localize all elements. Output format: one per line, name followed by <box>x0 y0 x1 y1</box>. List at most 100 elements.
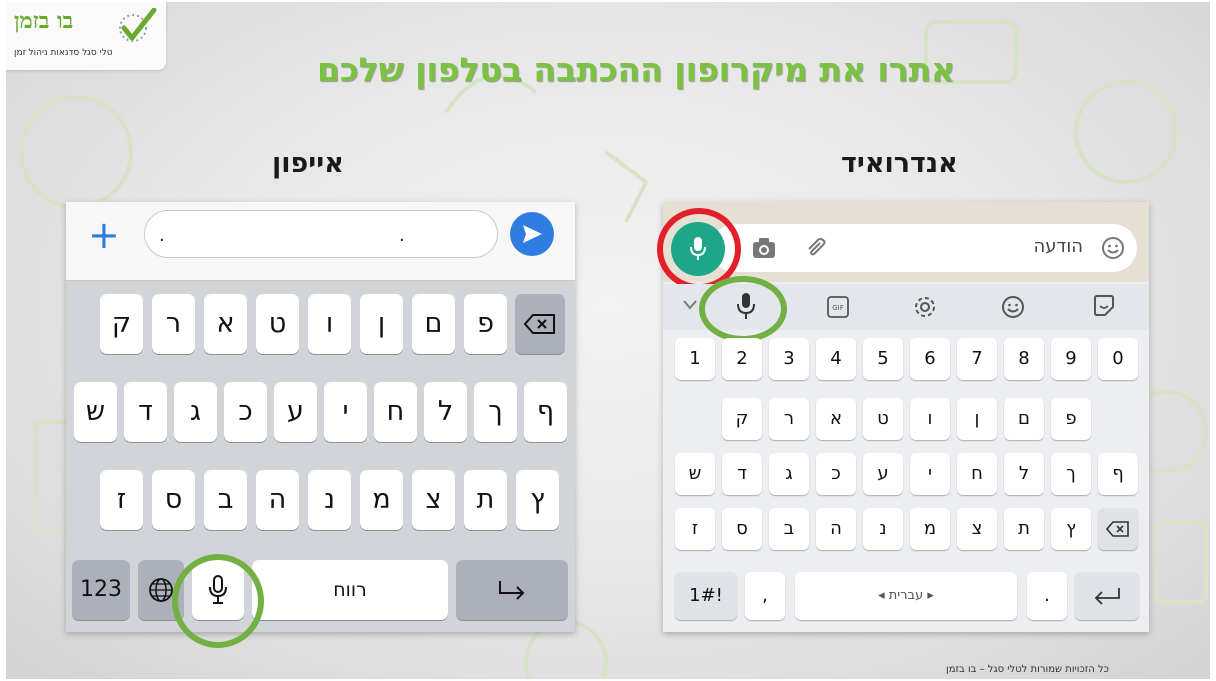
iphone-key[interactable]: ל <box>424 382 467 442</box>
android-number-key[interactable]: 5 <box>863 338 903 380</box>
iphone-key[interactable]: ב <box>204 470 247 530</box>
android-symbols-key[interactable]: 1#! <box>675 572 737 620</box>
android-key[interactable]: ש <box>675 453 715 495</box>
logo-tagline: טלי סגל סדנאות ניהול זמן <box>14 48 113 58</box>
android-key[interactable]: ך <box>1051 453 1091 495</box>
android-key[interactable]: צ <box>957 508 997 550</box>
space-arrow-left: ◂ <box>878 588 889 603</box>
iphone-key[interactable]: ש <box>74 382 117 442</box>
android-message-input[interactable]: הודעה <box>711 224 1137 272</box>
gear-icon[interactable] <box>913 295 937 319</box>
iphone-key[interactable]: ן <box>360 294 403 354</box>
android-key[interactable]: ט <box>863 398 903 440</box>
android-key[interactable]: ץ <box>1051 508 1091 550</box>
android-key[interactable]: ק <box>722 398 762 440</box>
iphone-key[interactable]: ך <box>474 382 517 442</box>
iphone-key[interactable]: כ <box>224 382 267 442</box>
iphone-key[interactable]: ג <box>174 382 217 442</box>
iphone-key[interactable]: ע <box>274 382 317 442</box>
android-number-key[interactable]: 8 <box>1004 338 1044 380</box>
android-key[interactable]: א <box>816 398 856 440</box>
iphone-key[interactable]: ק <box>100 294 143 354</box>
android-key[interactable]: ג <box>769 453 809 495</box>
plus-icon[interactable]: + <box>88 216 120 254</box>
android-keyboard-mic-highlight-circle <box>699 276 787 342</box>
clock-check-icon <box>119 8 157 42</box>
android-key[interactable]: ד <box>722 453 762 495</box>
iphone-return-key[interactable] <box>456 560 568 620</box>
iphone-keyboard-screenshot: + . . ק ר א ט ו ן ם פ ש ד ג כ ע י ח ל ך … <box>66 202 575 648</box>
iphone-key[interactable]: ט <box>256 294 299 354</box>
android-number-key[interactable]: 7 <box>957 338 997 380</box>
send-icon[interactable] <box>510 212 554 256</box>
android-number-key[interactable]: 4 <box>816 338 856 380</box>
iphone-key[interactable]: נ <box>308 470 351 530</box>
iphone-key[interactable]: פ <box>464 294 507 354</box>
iphone-key[interactable]: צ <box>412 470 455 530</box>
iphone-key[interactable]: מ <box>360 470 403 530</box>
iphone-key[interactable]: ח <box>374 382 417 442</box>
android-number-key[interactable]: 9 <box>1051 338 1091 380</box>
emoji-icon[interactable] <box>1101 236 1125 260</box>
logo-name: בו בזמן <box>14 8 74 34</box>
android-key[interactable]: ל <box>1004 453 1044 495</box>
android-number-key[interactable]: 6 <box>910 338 950 380</box>
iphone-message-input[interactable]: . . <box>144 210 498 258</box>
android-key[interactable]: ר <box>769 398 809 440</box>
android-message-bar: הודעה <box>657 202 1149 290</box>
android-number-key[interactable]: 0 <box>1098 338 1138 380</box>
camera-icon[interactable] <box>751 236 777 260</box>
iphone-key[interactable]: ז <box>100 470 143 530</box>
android-key[interactable]: ה <box>816 508 856 550</box>
android-key[interactable]: פ <box>1051 398 1091 440</box>
android-comma-key[interactable]: , <box>745 572 785 620</box>
android-number-key[interactable]: 2 <box>722 338 762 380</box>
android-key[interactable]: ז <box>675 508 715 550</box>
sticker-icon[interactable] <box>1093 295 1115 317</box>
iphone-key[interactable]: ר <box>152 294 195 354</box>
iphone-key[interactable]: ו <box>308 294 351 354</box>
android-key[interactable]: ח <box>957 453 997 495</box>
iphone-key[interactable]: ס <box>152 470 195 530</box>
iphone-key[interactable]: ד <box>124 382 167 442</box>
iphone-key[interactable]: א <box>204 294 247 354</box>
android-key[interactable]: ף <box>1098 453 1138 495</box>
android-key[interactable]: ת <box>1004 508 1044 550</box>
iphone-numbers-key[interactable]: 123 <box>72 560 130 620</box>
android-keyboard-screenshot: הודעה GIF 1 2 3 4 5 6 7 8 9 0 ק ר א ט ו … <box>657 202 1149 632</box>
svg-text:GIF: GIF <box>832 304 844 312</box>
attach-paperclip-icon[interactable] <box>803 236 827 260</box>
android-key[interactable]: נ <box>863 508 903 550</box>
android-number-key[interactable]: 1 <box>675 338 715 380</box>
iphone-backspace-key[interactable] <box>515 294 565 354</box>
iphone-key[interactable]: י <box>324 382 367 442</box>
android-backspace-key[interactable] <box>1098 508 1138 550</box>
iphone-key[interactable]: ף <box>524 382 567 442</box>
iphone-mic-highlight-circle <box>172 554 264 648</box>
field-dot: . <box>159 225 165 246</box>
chevron-down-icon[interactable] <box>683 300 697 310</box>
gif-icon[interactable]: GIF <box>827 296 849 318</box>
android-key[interactable]: ו <box>910 398 950 440</box>
android-period-key[interactable]: . <box>1027 572 1067 620</box>
iphone-key[interactable]: ם <box>412 294 455 354</box>
message-placeholder: הודעה <box>1033 236 1083 257</box>
android-key[interactable]: ב <box>769 508 809 550</box>
android-number-key[interactable]: 3 <box>769 338 809 380</box>
iphone-space-key[interactable]: רווח <box>252 560 448 620</box>
android-key[interactable]: ע <box>863 453 903 495</box>
android-key[interactable]: כ <box>816 453 856 495</box>
smiley-icon[interactable] <box>1001 295 1025 319</box>
android-key[interactable]: י <box>910 453 950 495</box>
android-key[interactable]: מ <box>910 508 950 550</box>
return-arrow-icon <box>499 581 525 600</box>
android-key[interactable]: ס <box>722 508 762 550</box>
iphone-key[interactable]: ה <box>256 470 299 530</box>
iphone-key[interactable]: ת <box>464 470 507 530</box>
android-enter-key[interactable] <box>1075 572 1139 620</box>
backspace-icon <box>523 314 555 334</box>
android-key[interactable]: ן <box>957 398 997 440</box>
android-space-key[interactable]: ◂ עברית ▸ <box>795 572 1017 620</box>
iphone-key[interactable]: ץ <box>516 470 559 530</box>
android-key[interactable]: ם <box>1004 398 1044 440</box>
